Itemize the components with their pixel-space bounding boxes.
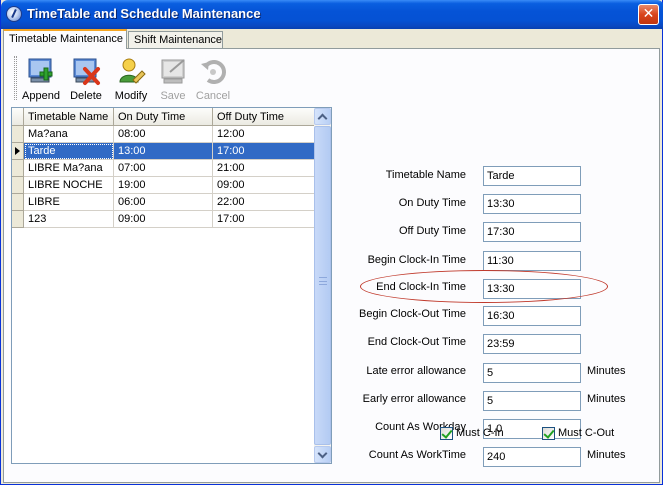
current-row-arrow-icon	[15, 147, 20, 155]
cell-name[interactable]: LIBRE NOCHE	[24, 177, 114, 194]
window-title: TimeTable and Schedule Maintenance	[27, 6, 261, 21]
cell-on-duty[interactable]: 08:00	[114, 126, 213, 143]
grip-icon	[319, 277, 327, 285]
grid-header: Timetable Name On Duty Time Off Duty Tim…	[12, 108, 315, 126]
off-duty-label: Off Duty Time	[398, 225, 466, 237]
column-header-timetable-name[interactable]: Timetable Name	[24, 108, 114, 126]
timetable-grid[interactable]: Timetable Name On Duty Time Off Duty Tim…	[11, 107, 332, 464]
modify-button[interactable]: Modify	[109, 54, 153, 106]
count-as-worktime-unit: Minutes	[587, 449, 626, 461]
count-as-worktime-label: Count As WorkTime	[368, 449, 466, 461]
cell-on-duty[interactable]: 19:00	[114, 177, 213, 194]
cell-off-duty[interactable]: 09:00	[213, 177, 315, 194]
cancel-label: Cancel	[195, 90, 231, 102]
cancel-icon	[201, 60, 226, 84]
chevron-down-icon	[317, 448, 328, 459]
end-clock-in-input[interactable]	[483, 279, 581, 299]
append-button[interactable]: Append	[19, 54, 63, 106]
cell-on-duty[interactable]: 07:00	[114, 160, 213, 177]
table-row[interactable]: 123 09:00 17:00	[12, 211, 315, 228]
chevron-up-icon	[317, 113, 328, 124]
row-selector[interactable]	[12, 160, 24, 177]
close-button[interactable]: ✕	[638, 4, 659, 25]
cell-on-duty[interactable]: 13:00	[114, 143, 213, 160]
row-selector[interactable]	[12, 126, 24, 143]
must-c-out-label[interactable]: Must C-Out	[558, 427, 614, 439]
append-icon	[28, 58, 53, 83]
save-label: Save	[160, 90, 186, 102]
row-selector[interactable]	[12, 211, 24, 228]
delete-button[interactable]: Delete	[65, 54, 107, 106]
tab-shift-maintenance[interactable]: Shift Maintenance	[128, 31, 223, 48]
tab-timetable-maintenance[interactable]: Timetable Maintenance	[3, 29, 127, 49]
early-allowance-input[interactable]	[483, 391, 581, 411]
modify-label: Modify	[114, 90, 148, 102]
tab-panel: Append Delete Modify Save Cancel Timetab…	[3, 48, 660, 483]
begin-clock-out-label: Begin Clock-Out Time	[359, 308, 466, 320]
cell-name[interactable]: 123	[24, 211, 114, 228]
must-c-in-label[interactable]: Must C-In	[456, 427, 504, 439]
grid-vertical-scrollbar[interactable]	[314, 108, 331, 463]
cell-off-duty[interactable]: 17:00	[213, 143, 315, 160]
table-row[interactable]: LIBRE Ma?ana 07:00 21:00	[12, 160, 315, 177]
toolbar-grip	[14, 56, 17, 100]
late-allowance-unit: Minutes	[587, 365, 626, 377]
end-clock-in-label: End Clock-In Time	[376, 281, 466, 293]
main-window: TimeTable and Schedule Maintenance ✕ Tim…	[0, 0, 663, 485]
scroll-up-button[interactable]	[314, 108, 331, 125]
row-selector[interactable]	[12, 143, 24, 160]
begin-clock-out-input[interactable]	[483, 306, 581, 326]
cell-name[interactable]: Tarde	[24, 143, 114, 160]
cell-name[interactable]: Ma?ana	[24, 126, 114, 143]
timetable-name-input[interactable]	[483, 166, 581, 186]
title-bar[interactable]: TimeTable and Schedule Maintenance ✕	[1, 0, 663, 29]
save-button[interactable]: Save	[155, 54, 191, 106]
column-header-off-duty[interactable]: Off Duty Time	[213, 108, 315, 126]
table-row[interactable]: LIBRE NOCHE 19:00 09:00	[12, 177, 315, 194]
must-c-out-checkbox[interactable]	[542, 427, 555, 440]
begin-clock-in-input[interactable]	[483, 251, 581, 271]
late-allowance-input[interactable]	[483, 363, 581, 383]
modify-icon	[119, 58, 146, 84]
timetable-form: Timetable Name On Duty Time Off Duty Tim…	[334, 107, 656, 467]
late-allowance-label: Late error allowance	[366, 365, 466, 377]
cell-name[interactable]: LIBRE	[24, 194, 114, 211]
on-duty-input[interactable]	[483, 194, 581, 214]
count-as-worktime-input[interactable]	[483, 447, 581, 467]
row-selector[interactable]	[12, 194, 24, 211]
cell-off-duty[interactable]: 22:00	[213, 194, 315, 211]
cancel-button[interactable]: Cancel	[193, 54, 233, 106]
end-clock-out-label: End Clock-Out Time	[367, 336, 466, 348]
cell-off-duty[interactable]: 21:00	[213, 160, 315, 177]
delete-label: Delete	[70, 90, 102, 102]
app-clock-icon	[6, 6, 22, 22]
end-clock-out-input[interactable]	[483, 334, 581, 354]
early-allowance-unit: Minutes	[587, 393, 626, 405]
grid-corner	[12, 108, 24, 126]
append-label: Append	[22, 90, 60, 102]
delete-icon	[73, 58, 100, 85]
off-duty-input[interactable]	[483, 222, 581, 242]
timetable-name-label: Timetable Name	[385, 169, 466, 181]
table-row-selected[interactable]: Tarde 13:00 17:00	[12, 143, 315, 160]
column-header-on-duty[interactable]: On Duty Time	[114, 108, 213, 126]
cell-on-duty[interactable]: 06:00	[114, 194, 213, 211]
toolbar: Append Delete Modify Save Cancel	[11, 52, 651, 106]
table-row[interactable]: Ma?ana 08:00 12:00	[12, 126, 315, 143]
must-c-in-checkbox[interactable]	[440, 427, 453, 440]
scroll-thumb[interactable]	[314, 126, 331, 445]
cell-off-duty[interactable]: 12:00	[213, 126, 315, 143]
scroll-down-button[interactable]	[314, 446, 331, 463]
begin-clock-in-label: Begin Clock-In Time	[367, 254, 466, 266]
cell-on-duty[interactable]: 09:00	[114, 211, 213, 228]
cell-name[interactable]: LIBRE Ma?ana	[24, 160, 114, 177]
save-icon	[161, 59, 185, 84]
table-row[interactable]: LIBRE 06:00 22:00	[12, 194, 315, 211]
row-selector[interactable]	[12, 177, 24, 194]
early-allowance-label: Early error allowance	[362, 393, 466, 405]
cell-off-duty[interactable]: 17:00	[213, 211, 315, 228]
on-duty-label: On Duty Time	[398, 197, 466, 209]
